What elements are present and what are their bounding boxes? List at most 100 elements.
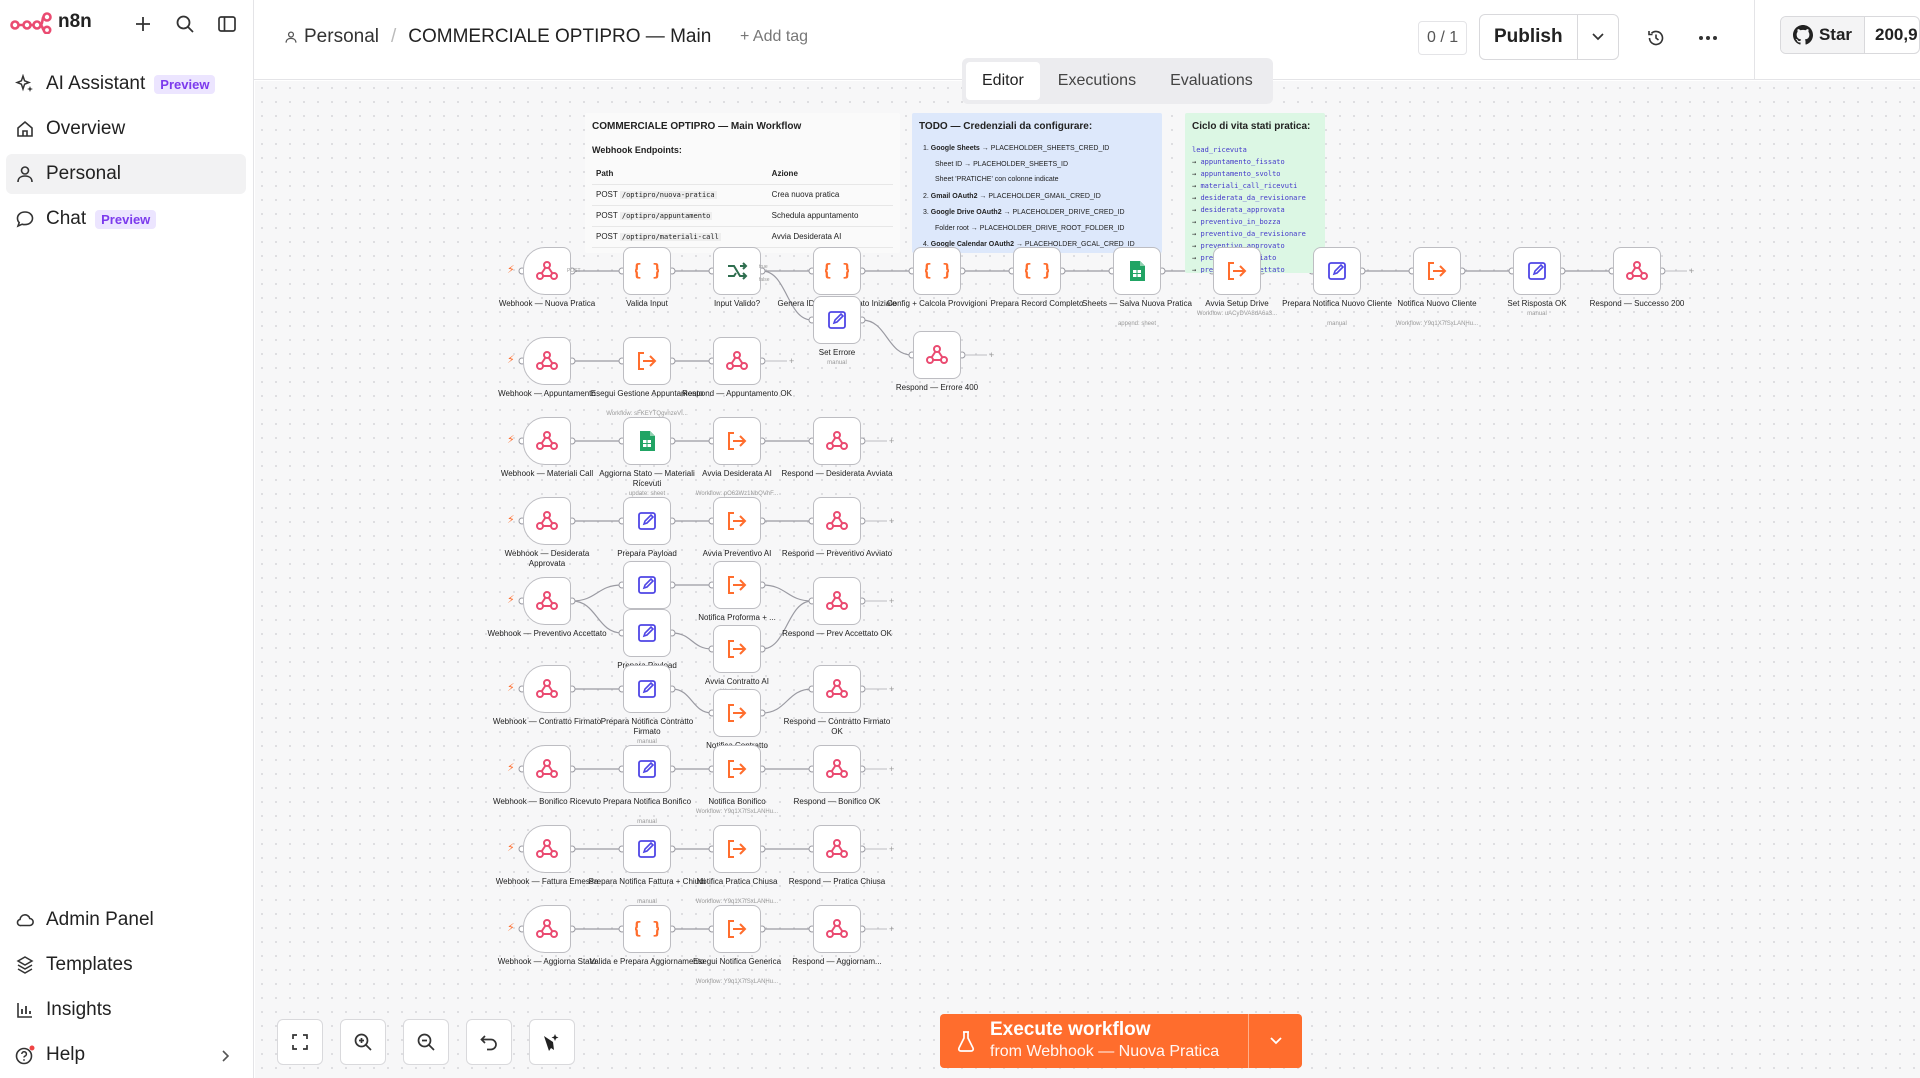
sticky-note-todo[interactable]: TODO — Credenziali da configurare: 1. Go…	[912, 113, 1162, 253]
undo-icon	[479, 1032, 499, 1052]
workflow-node[interactable]	[623, 609, 671, 657]
trigger-bolt-icon: ⚡	[507, 762, 515, 774]
workflow-node[interactable]	[713, 625, 761, 673]
workflow-node[interactable]	[813, 665, 861, 713]
sidebar-item-admin-panel[interactable]: Admin Panel	[6, 900, 246, 940]
tidy-up-button[interactable]	[529, 1019, 575, 1065]
workflow-node[interactable]	[1313, 247, 1361, 295]
create-icon[interactable]	[130, 11, 156, 37]
workflow-node[interactable]: { }	[623, 905, 671, 953]
add-node-plus-icon[interactable]: +	[889, 764, 894, 774]
workflow-node[interactable]	[713, 825, 761, 873]
add-node-plus-icon[interactable]: +	[889, 596, 894, 606]
workflow-node[interactable]	[523, 665, 571, 713]
sidebar-item-help[interactable]: Help	[6, 1035, 246, 1075]
node-label: Respond — Preventivo Avviato	[781, 549, 893, 558]
workflow-node[interactable]: { }	[623, 247, 671, 295]
workflow-node[interactable]	[523, 825, 571, 873]
add-node-plus-icon[interactable]: +	[889, 516, 894, 526]
connection-label: POST	[567, 268, 581, 274]
workflow-node[interactable]	[1113, 247, 1161, 295]
github-star-button[interactable]: Star 200,9	[1780, 16, 1920, 54]
add-node-plus-icon[interactable]: +	[889, 844, 894, 854]
workflow-node[interactable]	[623, 665, 671, 713]
workflow-node[interactable]	[813, 296, 861, 344]
workflow-node[interactable]	[813, 497, 861, 545]
add-tag-button[interactable]: + Add tag	[740, 28, 808, 46]
workflow-node[interactable]	[813, 417, 861, 465]
zoom-in-button[interactable]	[340, 1019, 386, 1065]
workflow-node[interactable]	[713, 905, 761, 953]
execute-dropdown-chevron-icon[interactable]	[1248, 1014, 1302, 1068]
sidebar-item-chat[interactable]: Chat Preview	[6, 199, 246, 239]
workflow-node[interactable]	[713, 337, 761, 385]
workflow-node[interactable]	[623, 561, 671, 609]
publish-button[interactable]: Publish	[1480, 26, 1577, 48]
execute-workflow-button[interactable]: Execute workflow from Webhook — Nuova Pr…	[940, 1014, 1248, 1068]
workflow-node[interactable]	[713, 561, 761, 609]
workflow-node[interactable]	[1213, 247, 1261, 295]
add-node-plus-icon[interactable]: +	[889, 436, 894, 446]
tab-executions[interactable]: Executions	[1042, 62, 1152, 100]
publish-dropdown-chevron-icon[interactable]	[1576, 15, 1618, 59]
add-node-plus-icon[interactable]: +	[989, 350, 994, 360]
workflow-node[interactable]	[523, 417, 571, 465]
node-label: Notifica Proforma + ...	[698, 613, 776, 622]
workflow-node[interactable]	[713, 497, 761, 545]
workflow-node[interactable]	[523, 497, 571, 545]
workflow-node[interactable]	[813, 905, 861, 953]
tab-editor[interactable]: Editor	[966, 62, 1040, 100]
workflow-node[interactable]	[913, 331, 961, 379]
workflow-node[interactable]	[713, 745, 761, 793]
workflow-node[interactable]	[623, 825, 671, 873]
sidebar-item-overview[interactable]: Overview	[6, 109, 246, 149]
workflow-node[interactable]	[523, 745, 571, 793]
workflow-node[interactable]	[813, 825, 861, 873]
workflow-node[interactable]	[623, 745, 671, 793]
more-options-icon[interactable]	[1694, 24, 1722, 52]
execute-workflow-button-group: Execute workflow from Webhook — Nuova Pr…	[940, 1014, 1302, 1068]
todo-list: 1. Google Sheets → PLACEHOLDER_SHEETS_CR…	[919, 144, 1155, 253]
sidebar-item-insights[interactable]: Insights	[6, 990, 246, 1030]
workflow-node[interactable]	[623, 337, 671, 385]
insights-icon	[10, 1000, 40, 1020]
logo[interactable]: n8n	[10, 10, 92, 34]
sidebar-item-templates[interactable]: Templates	[6, 945, 246, 985]
collapse-sidebar-icon[interactable]	[214, 11, 240, 37]
add-node-plus-icon[interactable]: +	[889, 924, 894, 934]
workflow-node[interactable]: { }	[913, 247, 961, 295]
workflow-node[interactable]	[813, 577, 861, 625]
zoom-out-button[interactable]	[403, 1019, 449, 1065]
workflow-node[interactable]: { }	[1013, 247, 1061, 295]
sidebar-item-ai-assistant[interactable]: AI Assistant Preview	[6, 64, 246, 104]
workflow-name[interactable]: COMMERCIALE OPTIPRO — Main	[408, 26, 711, 48]
workflow-node[interactable]	[1613, 247, 1661, 295]
add-node-plus-icon[interactable]: +	[889, 684, 894, 694]
workflow-node[interactable]	[523, 577, 571, 625]
workflow-node[interactable]	[523, 337, 571, 385]
search-icon[interactable]	[172, 11, 198, 37]
add-node-plus-icon[interactable]: +	[1689, 266, 1694, 276]
workflow-node[interactable]	[523, 905, 571, 953]
user-icon	[284, 30, 298, 44]
workflow-node[interactable]	[713, 417, 761, 465]
workflow-node[interactable]	[1513, 247, 1561, 295]
workflow-node[interactable]	[623, 417, 671, 465]
table-row: POST /optipro/materiali-call Avvia Deside…	[592, 226, 893, 248]
workflow-node[interactable]	[623, 497, 671, 545]
workflow-node[interactable]: { }	[813, 247, 861, 295]
workflow-canvas[interactable]: + + + + + + + + + + COMMERCIALE OPTIPRO — Main Wo…	[255, 81, 1920, 1078]
workflow-node[interactable]	[1413, 247, 1461, 295]
fit-view-button[interactable]	[277, 1019, 323, 1065]
sidebar-item-personal[interactable]: Personal	[6, 154, 246, 194]
sticky-note-main-workflow[interactable]: COMMERCIALE OPTIPRO — Main Workflow Webh…	[585, 113, 900, 253]
tab-evaluations[interactable]: Evaluations	[1154, 62, 1269, 100]
workflow-node[interactable]	[523, 247, 571, 295]
workflow-node[interactable]	[713, 689, 761, 737]
undo-button[interactable]	[466, 1019, 512, 1065]
history-icon[interactable]	[1642, 24, 1670, 52]
workflow-node[interactable]	[713, 247, 761, 295]
breadcrumb-project[interactable]: Personal	[304, 26, 379, 48]
node-subtitle: manual	[1527, 311, 1547, 317]
workflow-node[interactable]	[813, 745, 861, 793]
